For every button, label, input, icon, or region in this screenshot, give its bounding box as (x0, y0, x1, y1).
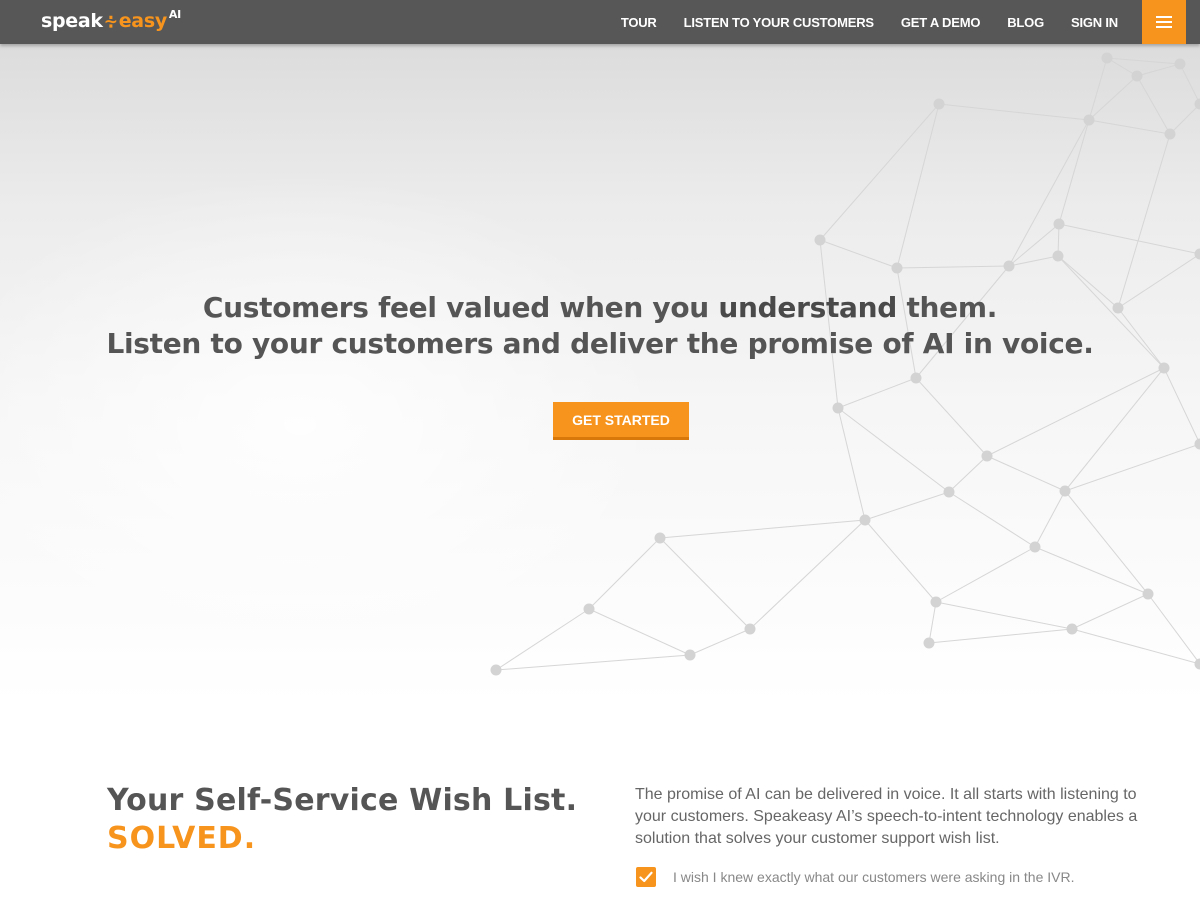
checkbox-checked-icon[interactable] (636, 867, 656, 887)
wish-list-title: Your Self-Service Wish List. (107, 783, 578, 818)
wish-list-item-text: I wish I knew exactly what our customers… (673, 869, 1075, 885)
nav-blog[interactable]: BLOG (1007, 15, 1044, 30)
logo-word-speak: speak (41, 10, 103, 32)
hamburger-menu-button[interactable] (1142, 0, 1186, 44)
hero-headline-emphasis: understand (718, 291, 898, 324)
logo-mark-icon: ∻ (103, 12, 118, 32)
nav-tour[interactable]: TOUR (621, 15, 657, 30)
nav-get-a-demo[interactable]: GET A DEMO (901, 15, 981, 30)
wish-list-solved: SOLVED. (107, 821, 257, 856)
wish-list-item: I wish I knew exactly what our customers… (636, 867, 1075, 887)
speakeasy-logo[interactable]: speak ∻ easy AI (41, 8, 181, 34)
logo-word-easy: easy (118, 10, 168, 32)
wish-list-intro: The promise of AI can be delivered in vo… (635, 786, 1138, 847)
nav-sign-in[interactable]: SIGN IN (1071, 15, 1118, 30)
hero-section: Customers feel valued when you understan… (0, 44, 1200, 704)
get-started-button[interactable]: GET STARTED (553, 402, 689, 440)
top-navigation-bar: speak ∻ easy AI TOUR LISTEN TO YOUR CUST… (0, 0, 1200, 44)
hamburger-icon (1156, 16, 1172, 18)
logo-ai-suffix: AI (168, 8, 181, 21)
hero-subheadline: Listen to your customers and deliver the… (106, 327, 1094, 360)
main-nav: TOUR LISTEN TO YOUR CUSTOMERS GET A DEMO… (594, 0, 1118, 44)
nav-listen-to-your-customers[interactable]: LISTEN TO YOUR CUSTOMERS (684, 15, 874, 30)
hero-headline: Customers feel valued when you understan… (202, 291, 998, 324)
